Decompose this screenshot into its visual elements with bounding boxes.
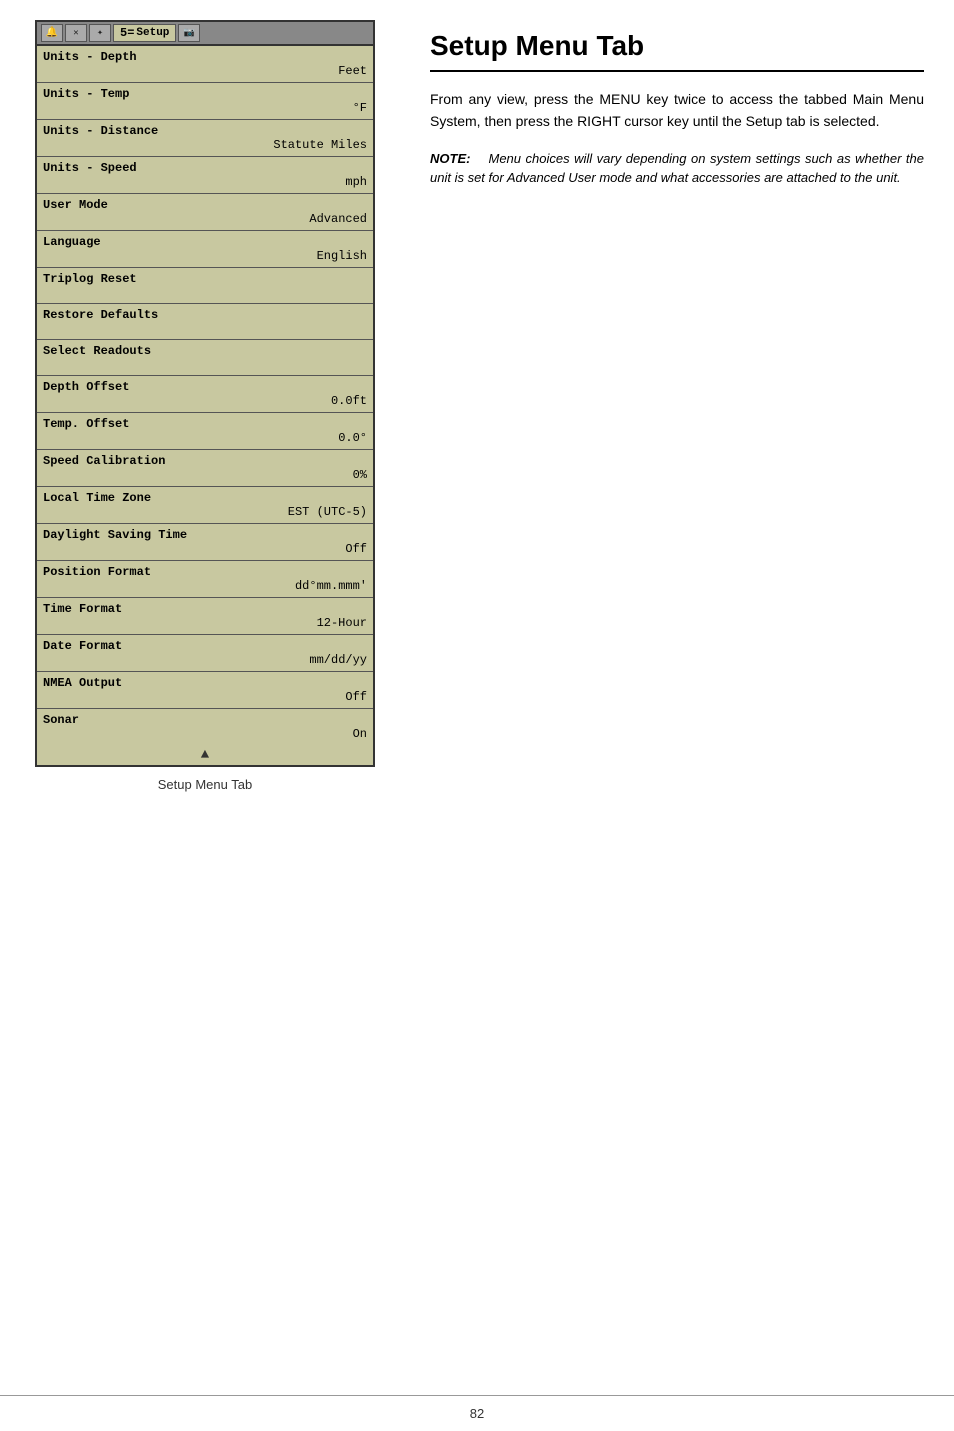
sonar-value: On [43,727,367,741]
local-time-zone-label: Local Time Zone [43,491,367,505]
menu-item-units-distance[interactable]: Units - Distance Statute Miles [37,120,373,157]
temp-offset-label: Temp. Offset [43,417,367,431]
menu-item-daylight-saving[interactable]: Daylight Saving Time Off [37,524,373,561]
menu-item-restore-defaults[interactable]: Restore Defaults [37,304,373,340]
main-description: From any view, press the MENU key twice … [430,88,924,133]
language-value: English [43,249,367,263]
menu-item-time-format[interactable]: Time Format 12-Hour [37,598,373,635]
menu-list: Units - Depth Feet Units - Temp °F Units… [37,46,373,765]
select-readouts-label: Select Readouts [43,344,367,358]
note-label: NOTE: [430,151,470,166]
menu-item-position-format[interactable]: Position Format dd°mm.mmm' [37,561,373,598]
time-format-value: 12-Hour [43,616,367,630]
speed-calibration-label: Speed Calibration [43,454,367,468]
depth-offset-value: 0.0ft [43,394,367,408]
position-format-value: dd°mm.mmm' [43,579,367,593]
language-label: Language [43,235,367,249]
menu-item-language[interactable]: Language English [37,231,373,268]
page-title: Setup Menu Tab [430,30,924,72]
units-distance-value: Statute Miles [43,138,367,152]
scroll-down-indicator[interactable]: ▲ [37,745,373,765]
date-format-label: Date Format [43,639,367,653]
alarm-icon[interactable]: 🔔 [41,24,63,42]
units-speed-label: Units - Speed [43,161,367,175]
temp-offset-value: 0.0° [43,431,367,445]
menu-item-units-depth[interactable]: Units - Depth Feet [37,46,373,83]
device-caption: Setup Menu Tab [158,777,252,792]
menu-item-units-speed[interactable]: Units - Speed mph [37,157,373,194]
units-depth-label: Units - Depth [43,50,367,64]
menu-item-sonar[interactable]: Sonar On [37,709,373,745]
sonar-label: Sonar [43,713,367,727]
restore-defaults-label: Restore Defaults [43,308,367,322]
right-panel: Setup Menu Tab From any view, press the … [410,20,934,1375]
date-format-value: mm/dd/yy [43,653,367,667]
tab-bar: 🔔 ✕ ✦ 5= Setup 📷 [37,22,373,46]
units-temp-label: Units - Temp [43,87,367,101]
menu-item-units-temp[interactable]: Units - Temp °F [37,83,373,120]
units-distance-label: Units - Distance [43,124,367,138]
units-speed-value: mph [43,175,367,189]
menu-item-nmea-output[interactable]: NMEA Output Off [37,672,373,709]
units-depth-value: Feet [43,64,367,78]
menu-item-speed-calibration[interactable]: Speed Calibration 0% [37,450,373,487]
depth-offset-label: Depth Offset [43,380,367,394]
local-time-zone-value: EST (UTC-5) [43,505,367,519]
device-screen: 🔔 ✕ ✦ 5= Setup 📷 Units - Depth Feet Unit… [35,20,375,767]
daylight-saving-value: Off [43,542,367,556]
nmea-output-value: Off [43,690,367,704]
menu-item-depth-offset[interactable]: Depth Offset 0.0ft [37,376,373,413]
menu-item-select-readouts[interactable]: Select Readouts [37,340,373,376]
menu-item-user-mode[interactable]: User Mode Advanced [37,194,373,231]
user-mode-value: Advanced [43,212,367,226]
position-format-label: Position Format [43,565,367,579]
nmea-output-label: NMEA Output [43,676,367,690]
menu-item-temp-offset[interactable]: Temp. Offset 0.0° [37,413,373,450]
menu-item-date-format[interactable]: Date Format mm/dd/yy [37,635,373,672]
triplog-reset-label: Triplog Reset [43,272,367,286]
camera-icon[interactable]: 📷 [178,24,200,42]
speed-calibration-value: 0% [43,468,367,482]
note-paragraph: NOTE: Menu choices will vary depending o… [430,149,924,188]
user-mode-label: User Mode [43,198,367,212]
units-temp-value: °F [43,101,367,115]
page-footer: 82 [0,1395,954,1431]
note-body: Menu choices will vary depending on syst… [430,151,924,186]
menu-item-local-time-zone[interactable]: Local Time Zone EST (UTC-5) [37,487,373,524]
close-icon[interactable]: ✕ [65,24,87,42]
setup-tab[interactable]: 5= Setup [113,24,176,42]
page-number: 82 [470,1406,484,1421]
daylight-saving-label: Daylight Saving Time [43,528,367,542]
star-icon[interactable]: ✦ [89,24,111,42]
menu-item-triplog-reset[interactable]: Triplog Reset [37,268,373,304]
left-panel: 🔔 ✕ ✦ 5= Setup 📷 Units - Depth Feet Unit… [20,20,390,1375]
time-format-label: Time Format [43,602,367,616]
